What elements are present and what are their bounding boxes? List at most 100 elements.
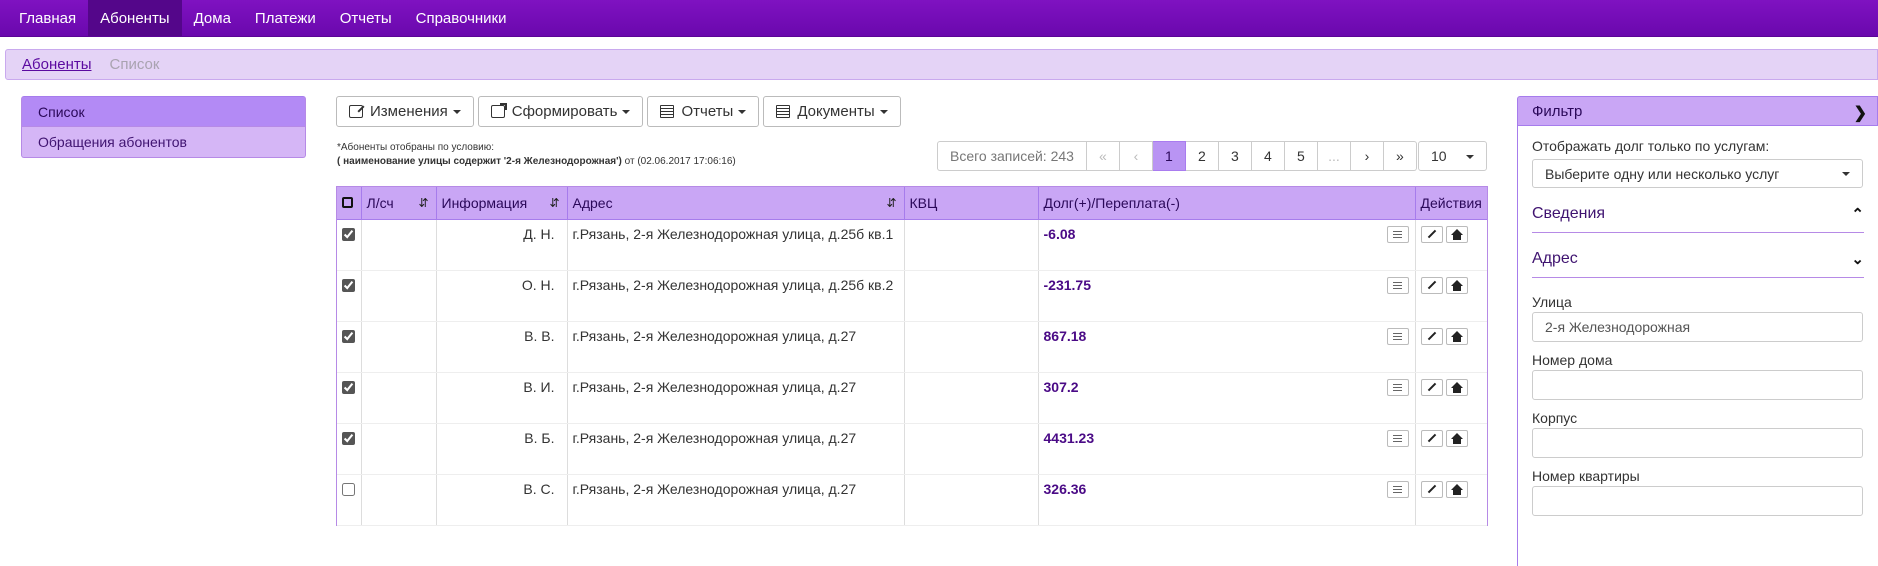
row-checkbox-cell <box>337 321 362 373</box>
pencil-icon <box>1427 280 1436 290</box>
actions-cell <box>1415 474 1487 526</box>
details-list-button[interactable] <box>1386 327 1409 345</box>
details-list-button[interactable] <box>1386 480 1409 498</box>
debt-value: -231.75 <box>1043 276 1091 293</box>
filter-body: Отображать долг только по услугам: Выбер… <box>1517 126 1878 566</box>
documents-button-label: Документы <box>797 103 875 120</box>
actions-cell <box>1415 423 1487 475</box>
page-5-button[interactable]: 5 <box>1284 141 1318 171</box>
generate-button[interactable]: Сформировать <box>477 96 644 127</box>
row-checkbox[interactable] <box>342 431 355 445</box>
details-list-button[interactable] <box>1386 429 1409 447</box>
account-cell <box>361 270 437 322</box>
sort-icon[interactable]: ⇵ <box>549 196 559 210</box>
nav-reports[interactable]: Отчеты <box>328 0 404 36</box>
page-size-select[interactable]: 10 <box>1418 141 1487 171</box>
street-label: Улица <box>1532 294 1572 310</box>
column-header-address[interactable]: Адрес ⇵ <box>567 187 905 220</box>
section-info-toggle[interactable]: Сведения ⌃ <box>1532 188 1864 233</box>
info-cell: О. Н. <box>436 270 568 322</box>
edit-row-button[interactable] <box>1420 378 1443 396</box>
filter-condition-expression: ( наименование улицы содержит '2-я Желез… <box>337 156 622 167</box>
row-checkbox[interactable] <box>342 380 355 394</box>
address-cell: г.Рязань, 2-я Железнодорожная улица, д.2… <box>567 474 905 526</box>
column-header-info[interactable]: Информация ⇵ <box>436 187 568 220</box>
list-icon <box>1393 434 1402 442</box>
edit-row-button[interactable] <box>1420 327 1443 345</box>
chevron-up-icon: ⌃ <box>1851 206 1864 223</box>
select-all-checkbox[interactable] <box>337 187 362 220</box>
chevron-down-icon: ⌄ <box>1851 251 1864 268</box>
home-icon <box>1450 382 1463 393</box>
page-4-button[interactable]: 4 <box>1251 141 1285 171</box>
left-menu-item-requests[interactable]: Обращения абонентов <box>21 127 306 158</box>
house-row-button[interactable] <box>1445 225 1468 243</box>
changes-button[interactable]: Изменения <box>336 96 474 127</box>
services-select[interactable]: Выберите одну или несколько услуг <box>1532 159 1863 188</box>
street-input[interactable]: 2-я Железнодорожная <box>1532 312 1863 342</box>
house-row-button[interactable] <box>1445 327 1468 345</box>
nav-payments[interactable]: Платежи <box>243 0 328 36</box>
edit-row-button[interactable] <box>1420 276 1443 294</box>
home-icon <box>1450 433 1463 444</box>
edit-row-button[interactable] <box>1420 429 1443 447</box>
row-checkbox[interactable] <box>342 482 355 496</box>
breadcrumb-current: Список <box>109 56 160 73</box>
kvc-cell <box>904 474 1039 526</box>
page-2-button[interactable]: 2 <box>1185 141 1219 171</box>
table-row: В. С. г.Рязань, 2-я Железнодорожная улица… <box>337 474 1487 526</box>
page-last-button[interactable]: » <box>1383 141 1417 171</box>
table-row: Д. Н. г.Рязань, 2-я Железнодорожная улица… <box>337 219 1487 271</box>
address-cell: г.Рязань, 2-я Железнодорожная улица, д.2… <box>567 423 905 475</box>
chevron-right-icon[interactable]: ❯ <box>1854 103 1867 123</box>
sort-icon[interactable]: ⇵ <box>886 196 896 210</box>
row-checkbox[interactable] <box>342 227 355 241</box>
pencil-icon <box>1427 229 1436 239</box>
section-address-toggle[interactable]: Адрес ⌄ <box>1532 233 1864 278</box>
breadcrumb-subscribers-link[interactable]: Абоненты <box>22 56 92 73</box>
documents-button[interactable]: Документы <box>763 96 901 127</box>
house-number-input[interactable] <box>1532 370 1863 400</box>
nav-directories[interactable]: Справочники <box>404 0 519 36</box>
address-cell: г.Рязань, 2-я Железнодорожная улица, д.2… <box>567 321 905 373</box>
section-info-title: Сведения <box>1532 205 1606 222</box>
row-checkbox-cell <box>337 474 362 526</box>
apartment-number-input[interactable] <box>1532 486 1863 516</box>
filter-condition-date: от (02.06.2017 17:06:16) <box>621 156 736 167</box>
page-first-button[interactable]: « <box>1086 141 1120 171</box>
row-checkbox[interactable] <box>342 278 355 292</box>
debt-cell: 326.36 <box>1038 474 1416 526</box>
page-next-button[interactable]: › <box>1350 141 1384 171</box>
house-row-button[interactable] <box>1445 429 1468 447</box>
info-cell: В. В. <box>436 321 568 373</box>
details-list-button[interactable] <box>1386 225 1409 243</box>
nav-houses[interactable]: Дома <box>182 0 243 36</box>
details-list-button[interactable] <box>1386 378 1409 396</box>
nav-subscribers[interactable]: Абоненты <box>88 0 182 36</box>
caret-down-icon <box>879 109 888 114</box>
toolbar: Изменения Сформировать Отчеты Документы <box>336 96 901 127</box>
sort-icon[interactable]: ⇵ <box>418 196 428 210</box>
page-3-button[interactable]: 3 <box>1218 141 1252 171</box>
house-number-label: Номер дома <box>1532 352 1613 368</box>
edit-row-button[interactable] <box>1420 225 1443 243</box>
column-header-account[interactable]: Л/сч ⇵ <box>361 187 437 220</box>
house-row-button[interactable] <box>1445 276 1468 294</box>
reports-button[interactable]: Отчеты <box>647 96 760 127</box>
details-list-button[interactable] <box>1386 276 1409 294</box>
building-input[interactable] <box>1532 428 1863 458</box>
list-icon <box>1393 332 1402 340</box>
row-checkbox-cell <box>337 423 362 475</box>
filter-header[interactable]: Фильтр ❯ <box>1517 96 1878 126</box>
filter-panel: Фильтр ❯ Отображать долг только по услуг… <box>1517 96 1878 566</box>
actions-cell <box>1415 270 1487 322</box>
row-checkbox[interactable] <box>342 329 355 343</box>
house-row-button[interactable] <box>1445 480 1468 498</box>
page-1-button[interactable]: 1 <box>1152 141 1186 171</box>
edit-row-button[interactable] <box>1420 480 1443 498</box>
page-prev-button[interactable]: ‹ <box>1119 141 1153 171</box>
kvc-cell <box>904 372 1039 424</box>
left-menu-item-list[interactable]: Список <box>21 96 306 127</box>
house-row-button[interactable] <box>1445 378 1468 396</box>
nav-home[interactable]: Главная <box>0 0 88 36</box>
